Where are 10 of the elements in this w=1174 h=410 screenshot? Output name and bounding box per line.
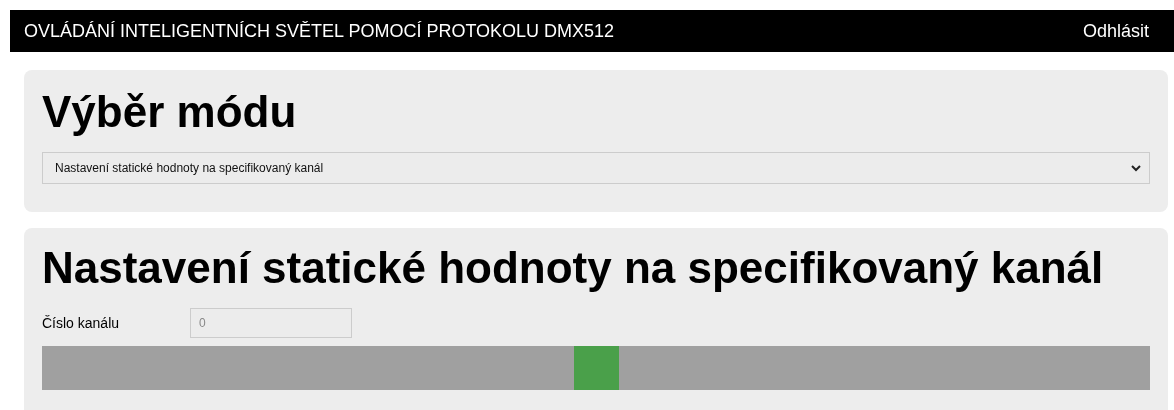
mode-select[interactable]: Nastavení statické hodnoty na specifikovaný kanál xyxy=(42,152,1150,184)
logout-link[interactable]: Odhlásit xyxy=(1082,20,1149,42)
app-title: OVLÁDÁNÍ INTELIGENTNÍCH SVĚTEL POMOCÍ PROTOKOLU DMX512 xyxy=(24,20,615,42)
value-slider[interactable] xyxy=(42,346,1150,390)
panel-heading: Nastavení statické hodnoty na specifikovaný kanál xyxy=(42,242,1105,294)
field-label: Číslo kanálu xyxy=(42,315,121,331)
caret-icon xyxy=(1131,164,1141,172)
panel-heading: Výběr módu xyxy=(42,86,298,138)
channel-input[interactable]: 0 xyxy=(190,308,352,338)
slider-thumb[interactable] xyxy=(573,346,619,390)
